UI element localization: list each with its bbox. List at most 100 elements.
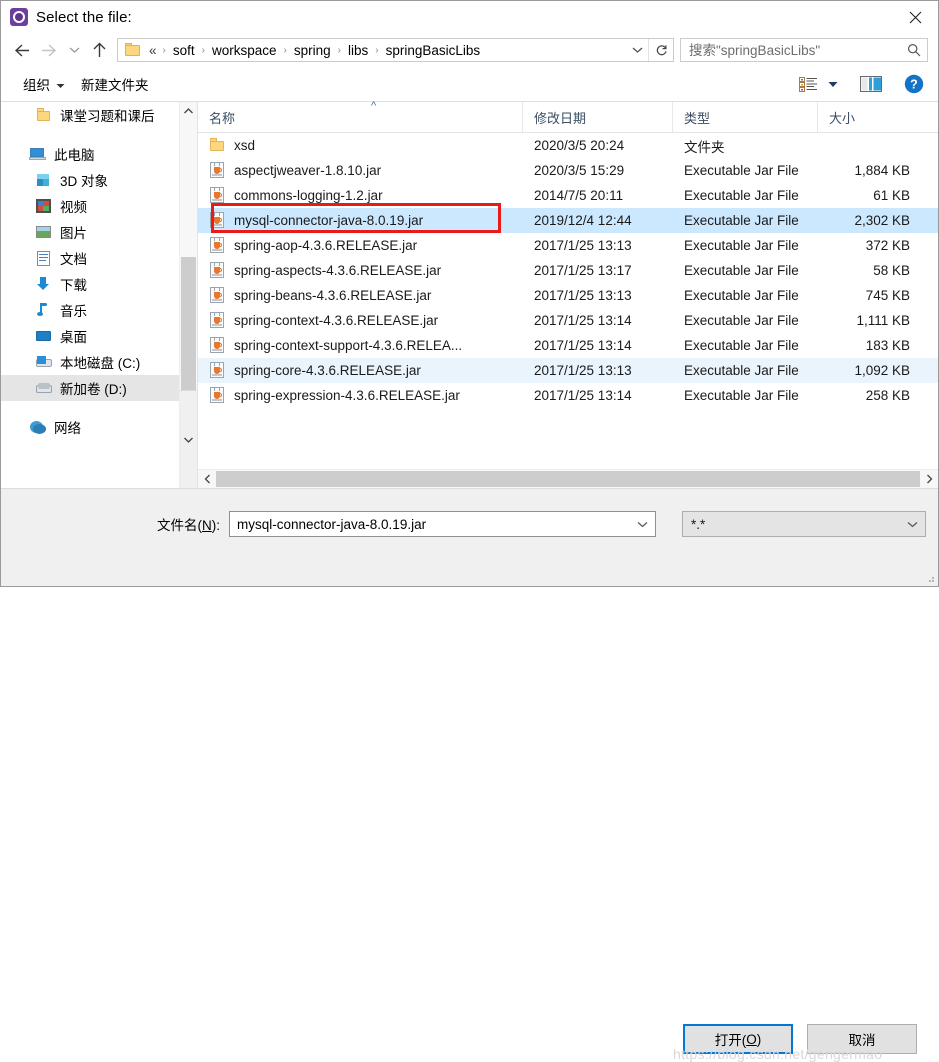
view-list-icon[interactable] (793, 74, 820, 95)
back-icon[interactable] (7, 36, 35, 64)
sidebar-item-label: 网络 (54, 421, 81, 436)
column-header-size[interactable]: 大小 (818, 102, 922, 132)
sidebar-item-videos[interactable]: 视频 (1, 193, 179, 219)
recent-locations-chevron-down-icon[interactable] (63, 36, 85, 64)
breadcrumb-item-workspace[interactable]: workspace (210, 42, 279, 59)
sidebar-item-network[interactable]: 网络 (1, 414, 179, 440)
sidebar-item-label: 图片 (60, 226, 87, 241)
horizontal-scrollbar-thumb[interactable] (216, 471, 920, 487)
network-icon (29, 419, 47, 435)
table-row[interactable]: xsd 2020/3/5 20:24 文件夹 (198, 133, 938, 158)
file-type-cell: Executable Jar File (684, 313, 799, 328)
scroll-right-icon[interactable] (920, 470, 938, 488)
column-header-date[interactable]: 修改日期 (523, 102, 673, 132)
file-type-cell: Executable Jar File (684, 288, 799, 303)
breadcrumb-item-spring[interactable]: spring (292, 42, 333, 59)
jar-icon (209, 312, 226, 329)
column-header-type[interactable]: 类型 (673, 102, 818, 132)
address-bar[interactable]: « › soft › workspace › spring › libs › s… (117, 38, 674, 62)
refresh-icon[interactable] (648, 39, 673, 61)
column-header-name[interactable]: 名称 (198, 102, 523, 132)
table-row[interactable]: commons-logging-1.2.jar 2014/7/5 20:11 E… (198, 183, 938, 208)
breadcrumb-separator: › (337, 44, 341, 56)
app-gear-icon (10, 8, 28, 26)
close-icon[interactable] (892, 1, 938, 33)
forward-icon[interactable] (35, 36, 63, 64)
organize-button[interactable]: 组织 (15, 70, 73, 98)
window-title: Select the file: (36, 8, 132, 26)
table-row-selected[interactable]: mysql-connector-java-8.0.19.jar 2019/12/… (198, 208, 938, 233)
open-button[interactable]: 打开(O) (683, 1024, 793, 1054)
cancel-button[interactable]: 取消 (807, 1024, 917, 1054)
videos-icon (35, 198, 53, 214)
file-size-cell: 1,111 KB (856, 313, 910, 328)
file-size-cell: 58 KB (873, 263, 910, 278)
file-size-cell: 258 KB (865, 388, 910, 403)
svg-text:?: ? (910, 78, 918, 92)
sidebar-item-new-volume-d[interactable]: 新加卷 (D:) (1, 375, 179, 401)
sidebar-scrollbar[interactable] (179, 102, 197, 488)
new-folder-button[interactable]: 新建文件夹 (73, 70, 157, 98)
file-size-cell: 745 KB (865, 288, 910, 303)
table-row[interactable]: spring-core-4.3.6.RELEASE.jar 2017/1/25 … (198, 358, 938, 383)
sidebar-item-pictures[interactable]: 图片 (1, 219, 179, 245)
sidebar-item-3d-objects[interactable]: 3D 对象 (1, 167, 179, 193)
sort-ascending-icon: ^ (371, 100, 377, 112)
sidebar-item-this-pc[interactable]: 此电脑 (1, 141, 179, 167)
sidebar-item-label: 文档 (60, 252, 87, 267)
folder-icon (35, 107, 53, 123)
breadcrumb-overflow[interactable]: « (147, 42, 158, 59)
jar-icon (209, 362, 226, 379)
file-date-cell: 2017/1/25 13:14 (534, 313, 632, 328)
file-size-cell: 1,092 KB (854, 363, 910, 378)
sidebar-item-local-disk-c[interactable]: 本地磁盘 (C:) (1, 349, 179, 375)
navigation-pane: 课堂习题和课后 此电脑 3D 对象 视频 图片 文档 下载 音乐 桌面 本地磁盘… (1, 102, 198, 488)
filename-combobox[interactable] (229, 511, 656, 537)
up-icon[interactable] (85, 36, 113, 64)
sidebar-item-desktop[interactable]: 桌面 (1, 323, 179, 349)
file-type-cell: Executable Jar File (684, 263, 799, 278)
search-box[interactable] (680, 38, 928, 62)
documents-icon (35, 250, 53, 266)
file-type-filter-combobox[interactable]: *.* (682, 511, 926, 537)
breadcrumb-item-springbasiclibs[interactable]: springBasicLibs (384, 42, 483, 59)
sidebar-item-downloads[interactable]: 下载 (1, 271, 179, 297)
file-name-text: aspectjweaver-1.8.10.jar (234, 163, 382, 178)
table-row[interactable]: spring-context-support-4.3.6.RELEA... 20… (198, 333, 938, 358)
preview-pane-icon[interactable] (848, 73, 894, 95)
music-icon (35, 302, 53, 318)
jar-icon (209, 237, 226, 254)
breadcrumb-separator: › (283, 44, 287, 56)
breadcrumb-item-libs[interactable]: libs (346, 42, 370, 59)
file-name-text: spring-expression-4.3.6.RELEASE.jar (234, 388, 460, 403)
scroll-up-icon[interactable] (180, 102, 197, 120)
filename-input[interactable] (230, 516, 629, 532)
file-name-cell: spring-context-4.3.6.RELEASE.jar (198, 312, 523, 329)
file-list-horizontal-scrollbar[interactable] (198, 469, 938, 488)
breadcrumb-item-soft[interactable]: soft (171, 42, 197, 59)
file-name-cell: xsd (198, 137, 523, 154)
table-row[interactable]: spring-expression-4.3.6.RELEASE.jar 2017… (198, 383, 938, 408)
chevron-down-icon[interactable] (629, 512, 655, 536)
search-input[interactable] (681, 42, 901, 58)
sidebar-item-documents[interactable]: 文档 (1, 245, 179, 271)
table-row[interactable]: spring-aop-4.3.6.RELEASE.jar 2017/1/25 1… (198, 233, 938, 258)
table-row[interactable]: aspectjweaver-1.8.10.jar 2020/3/5 15:29 … (198, 158, 938, 183)
address-chevron-down-icon[interactable] (626, 39, 648, 61)
sidebar-item-music[interactable]: 音乐 (1, 297, 179, 323)
scroll-down-icon[interactable] (180, 390, 197, 488)
sidebar-item-label: 视频 (60, 200, 87, 215)
help-icon[interactable]: ? (894, 71, 928, 97)
scroll-left-icon[interactable] (198, 470, 216, 488)
file-type-cell: Executable Jar File (684, 388, 799, 403)
table-row[interactable]: spring-aspects-4.3.6.RELEASE.jar 2017/1/… (198, 258, 938, 283)
file-date-cell: 2019/12/4 12:44 (534, 213, 632, 228)
table-row[interactable]: spring-beans-4.3.6.RELEASE.jar 2017/1/25… (198, 283, 938, 308)
file-list-header: ^ 名称 修改日期 类型 大小 (198, 100, 938, 133)
chevron-down-icon[interactable] (899, 512, 925, 536)
resize-grip[interactable] (925, 573, 935, 583)
sidebar-item-classwork-folder[interactable]: 课堂习题和课后 (1, 102, 179, 128)
view-options-chevron-down-icon[interactable] (820, 78, 848, 91)
table-row[interactable]: spring-context-4.3.6.RELEASE.jar 2017/1/… (198, 308, 938, 333)
file-name-text: spring-aspects-4.3.6.RELEASE.jar (234, 263, 442, 278)
